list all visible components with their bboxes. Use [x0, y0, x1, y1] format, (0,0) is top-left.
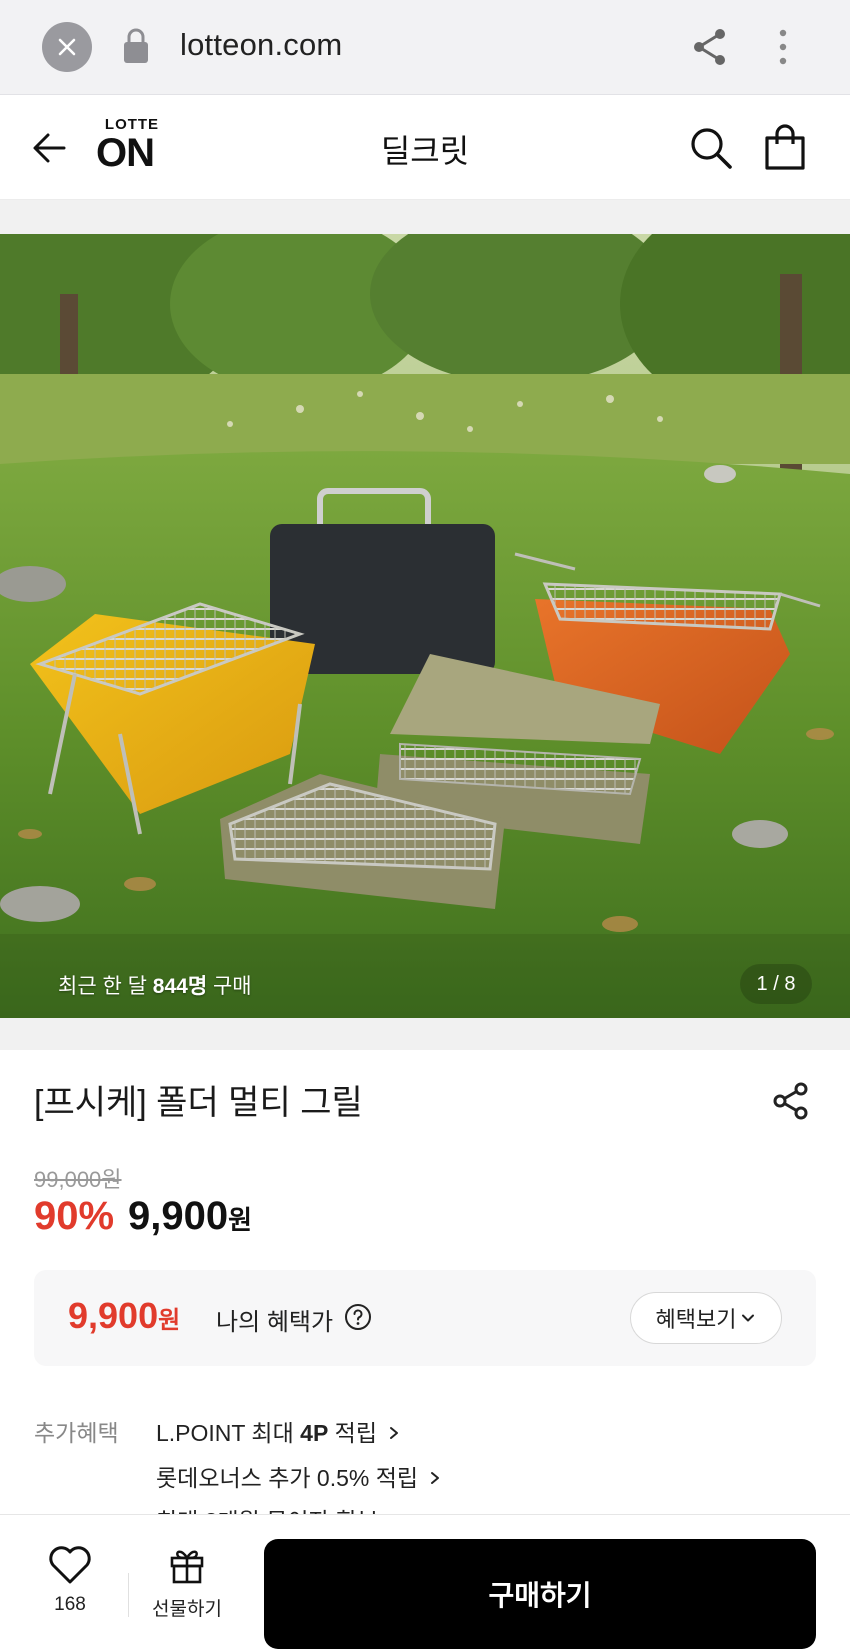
share-icon[interactable] [770, 1080, 812, 1122]
shopping-bag-icon[interactable] [762, 122, 808, 172]
close-tab-button[interactable] [42, 22, 92, 72]
product-title: [프시케] 폴더 멀티 그릴 [34, 1084, 363, 1122]
url-text[interactable]: lotteon.com [180, 27, 342, 63]
search-icon[interactable] [687, 124, 735, 172]
chevron-right-icon [390, 1427, 399, 1439]
like-count: 168 [54, 1594, 86, 1615]
chevron-right-icon [431, 1472, 440, 1484]
view-benefits-button[interactable]: 혜택보기 [630, 1292, 782, 1344]
lpoint-amount: 4P [300, 1420, 329, 1446]
help-icon[interactable] [344, 1303, 372, 1331]
share-icon[interactable] [690, 25, 730, 69]
bottom-action-bar: 168 선물하기 구매하기 [0, 1514, 850, 1651]
extra-benefit-lpoint[interactable]: L.POINT 최대 4P 적립 [156, 1414, 401, 1448]
gift-icon [170, 1550, 204, 1584]
logo-main-text: ON [96, 131, 155, 175]
product-image-gallery[interactable]: 최근 한 달 844명 구매 1 / 8 [0, 200, 850, 1050]
sale-price-unit: 원 [228, 1205, 253, 1235]
view-benefits-label: 혜택보기 [655, 1307, 737, 1332]
gift-label: 선물하기 [152, 1599, 222, 1620]
recent-suffix: 구매 [207, 975, 252, 998]
benefit-label: 나의 혜택가 [216, 1309, 334, 1336]
benefit-price-box: 9,900원 나의 혜택가 혜택보기 [34, 1270, 816, 1366]
browser-url-bar: lotteon.com [0, 0, 850, 95]
like-button[interactable]: 168 [38, 1545, 102, 1625]
image-page-indicator: 1 / 8 [740, 964, 812, 1004]
lpoint-prefix: L.POINT 최대 [156, 1420, 301, 1446]
chevron-down-icon [742, 1314, 755, 1322]
more-options-icon[interactable] [771, 25, 795, 69]
sale-price: 9,900원 [128, 1194, 252, 1239]
extra-benefits-label: 추가혜택 [34, 1420, 119, 1446]
owners-text: 롯데오너스 추가 0.5% 적립 [156, 1465, 419, 1491]
sale-price-value: 9,900 [128, 1194, 229, 1238]
app-header: LOTTE ON 딜크릿 [0, 96, 850, 200]
lpoint-suffix: 적립 [328, 1420, 378, 1446]
recent-count: 844명 [152, 975, 208, 998]
benefit-price-unit: 원 [158, 1307, 181, 1334]
recent-prefix: 최근 한 달 [58, 975, 153, 998]
lotte-on-logo[interactable]: LOTTE ON [96, 116, 168, 180]
back-arrow-icon[interactable] [28, 126, 72, 170]
extra-benefit-owners[interactable]: 롯데오너스 추가 0.5% 적립 [156, 1459, 442, 1493]
benefit-price: 9,900원 [68, 1295, 180, 1337]
divider [128, 1573, 129, 1617]
benefit-price-value: 9,900 [68, 1295, 159, 1336]
lock-icon [124, 28, 148, 63]
discount-rate: 90% [34, 1194, 115, 1238]
gift-button[interactable]: 선물하기 [142, 1545, 232, 1625]
buy-button[interactable]: 구매하기 [264, 1539, 816, 1649]
original-price: 99,000원 [34, 1167, 122, 1192]
heart-icon [49, 1546, 91, 1584]
recent-purchase-count: 최근 한 달 844명 구매 [58, 970, 252, 1000]
product-photo [0, 234, 850, 1018]
close-icon [58, 38, 76, 56]
